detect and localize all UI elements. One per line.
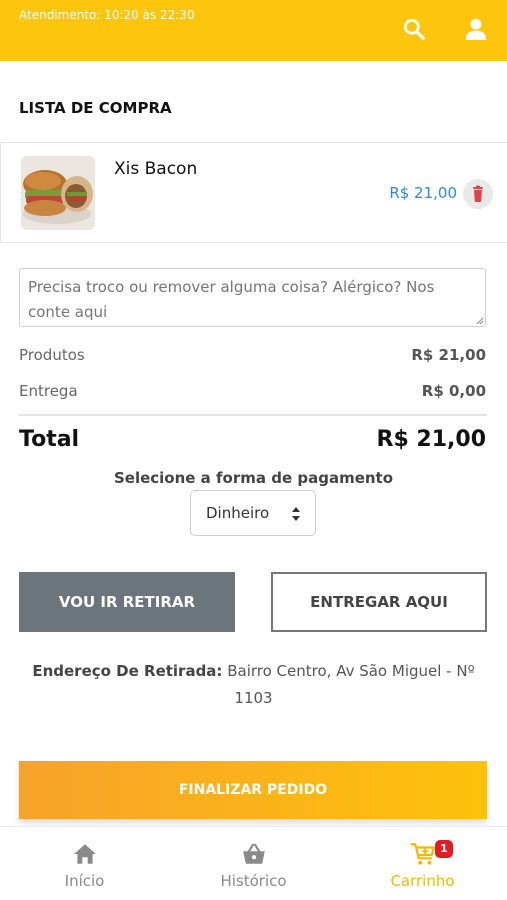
address-label: Endereço De Retirada:: [32, 662, 223, 680]
user-icon[interactable]: [463, 16, 489, 42]
item-name: Xis Bacon: [114, 159, 198, 179]
cart-icon: [410, 843, 435, 865]
nav-item-cart[interactable]: 1 Carrinho: [338, 827, 507, 900]
products-value: R$ 21,00: [411, 346, 486, 364]
pickup-button[interactable]: VOU IR RETIRAR: [19, 572, 235, 632]
summary-divider: [19, 414, 487, 416]
basket-icon: [243, 843, 265, 864]
top-bar: Atendimento: 10:20 às 22:30: [0, 0, 507, 61]
total-label: Total: [19, 427, 80, 452]
trash-icon: [473, 185, 483, 202]
burger-photo: [21, 156, 95, 230]
delete-item-button[interactable]: [463, 179, 493, 209]
total-value: R$ 21,00: [376, 427, 487, 452]
payment-title: Selecione a forma de pagamento: [113, 469, 394, 487]
nav-label-cart: Carrinho: [390, 872, 455, 890]
select-arrows-icon: [292, 507, 300, 521]
nav-item-history[interactable]: Histórico: [169, 827, 338, 900]
delivery-value: R$ 0,00: [421, 382, 486, 400]
opening-hours: Atendimento: 10:20 às 22:30: [19, 8, 195, 22]
order-note-textarea[interactable]: [19, 268, 486, 327]
resize-handle-icon[interactable]: [476, 317, 484, 325]
app: Atendimento: 10:20 às 22:30 LISTA DE COM…: [0, 0, 507, 900]
bottom-nav: Início Histórico 1 Carrinho: [0, 826, 507, 900]
home-icon: [74, 844, 96, 864]
pickup-address: Endereço De Retirada: Bairro Centro, Av …: [30, 658, 477, 712]
payment-selected-value: Dinheiro: [206, 504, 270, 522]
nav-item-home[interactable]: Início: [0, 827, 169, 900]
item-price: R$ 21,00: [389, 184, 457, 202]
cart-item: Xis Bacon R$ 21,00: [0, 142, 507, 243]
payment-method-select[interactable]: Dinheiro: [190, 490, 316, 536]
delivery-label: Entrega: [19, 382, 78, 400]
deliver-here-button[interactable]: ENTREGAR AQUI: [271, 572, 487, 632]
search-icon[interactable]: [401, 16, 427, 42]
cart-count-badge: 1: [435, 840, 453, 858]
cart-title: LISTA DE COMPRA: [19, 99, 172, 117]
nav-label-history: Histórico: [220, 872, 287, 890]
finalize-order-button[interactable]: FINALIZAR PEDIDO: [19, 761, 487, 819]
nav-label-home: Início: [64, 872, 105, 890]
address-value: Bairro Centro, Av São Miguel - Nº 1103: [227, 662, 475, 707]
products-label: Produtos: [19, 346, 85, 364]
